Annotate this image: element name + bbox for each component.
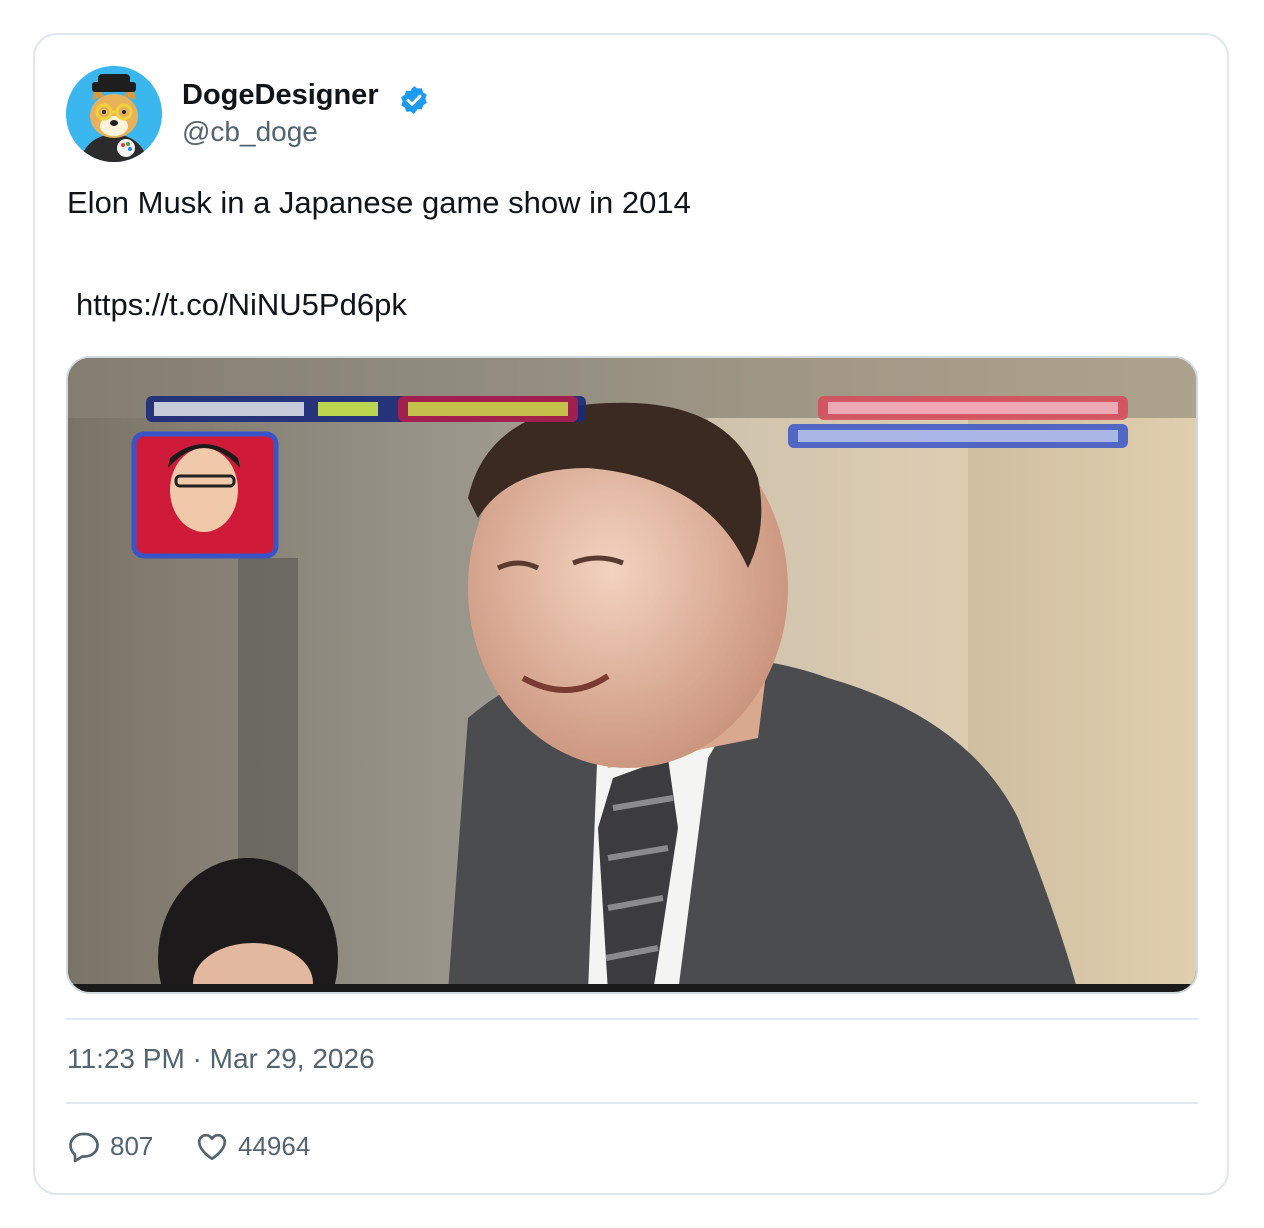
video-still-image <box>68 358 1196 992</box>
divider-top <box>66 1018 1198 1020</box>
heart-icon <box>197 1133 227 1161</box>
display-name[interactable]: DogeDesigner <box>182 79 379 112</box>
divider-bottom <box>66 1102 1198 1104</box>
doge-avatar[interactable] <box>66 66 162 162</box>
verified-badge-icon <box>401 86 427 114</box>
like-count: 44964 <box>238 1130 311 1161</box>
reply-icon <box>69 1132 99 1163</box>
reply-count: 807 <box>110 1130 154 1161</box>
reply-button[interactable]: 807 <box>66 1126 153 1166</box>
user-handle[interactable]: @cb_doge <box>182 116 318 148</box>
like-button[interactable]: 44964 <box>194 1126 310 1166</box>
tweet-media[interactable] <box>66 356 1198 994</box>
tweet-link[interactable]: https://t.co/NiNU5Pd6pk <box>76 287 407 323</box>
tweet-text: Elon Musk in a Japanese game show in 201… <box>67 185 691 220</box>
tweet-timestamp[interactable]: 11:23 PM · Mar 29, 2026 <box>67 1043 375 1075</box>
